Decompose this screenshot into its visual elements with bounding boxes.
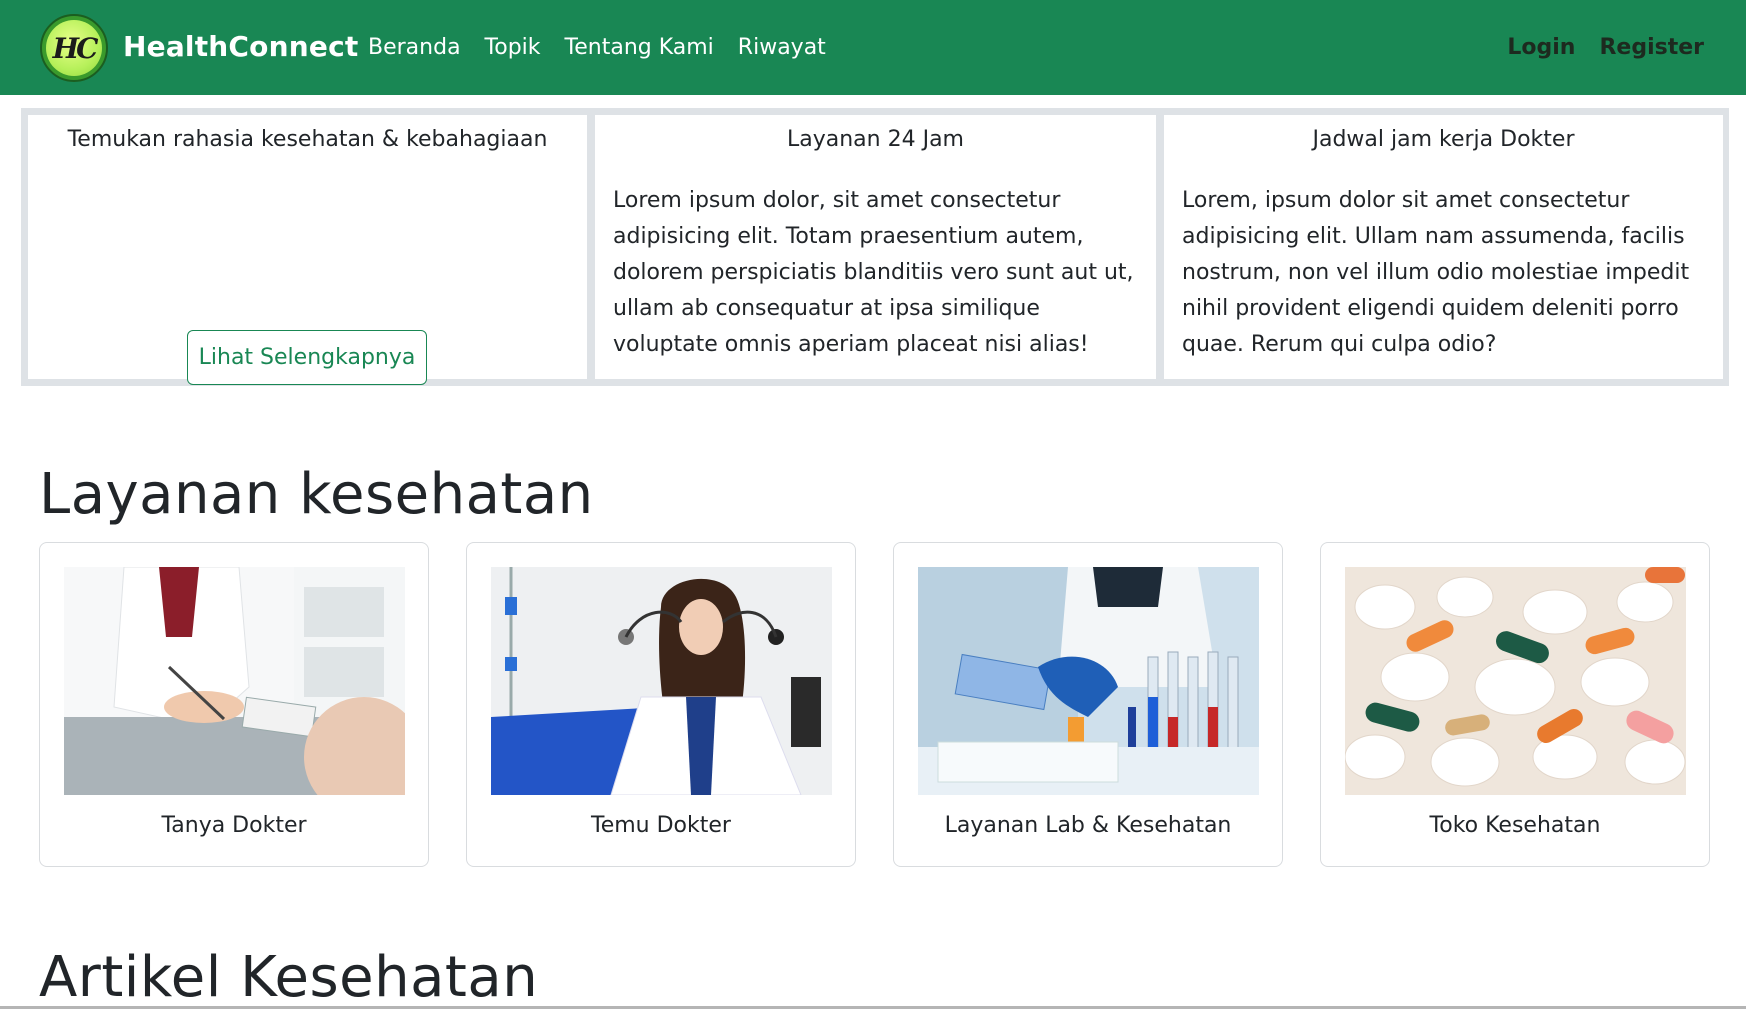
female-doctor-stethoscope-photo (491, 567, 832, 795)
see-more-button[interactable]: Lihat Selengkapnya (187, 330, 427, 385)
info-card-24h: Layanan 24 Jam Lorem ipsum dolor, sit am… (595, 115, 1156, 379)
service-card-toko-kesehatan[interactable]: Toko Kesehatan (1320, 542, 1710, 867)
service-card-layanan-lab[interactable]: Layanan Lab & Kesehatan (893, 542, 1283, 867)
service-card-temu-dokter[interactable]: Temu Dokter (466, 542, 856, 867)
service-card-label: Temu Dokter (591, 813, 731, 838)
lab-test-tubes-photo (918, 567, 1259, 795)
service-card-label: Toko Kesehatan (1429, 813, 1601, 838)
info-card-title: Temukan rahasia kesehatan & kebahagiaan (67, 127, 548, 152)
info-card-text: Lorem ipsum dolor, sit amet consectetur … (613, 188, 1134, 357)
info-panel: Temukan rahasia kesehatan & kebahagiaan … (21, 108, 1729, 386)
articles-heading: Artikel Kesehatan (39, 945, 539, 1010)
brand-logo-mark: HC (46, 20, 102, 76)
service-card-label: Tanya Dokter (161, 813, 307, 838)
service-card-tanya-dokter[interactable]: Tanya Dokter (39, 542, 429, 867)
brand-logo[interactable]: HC (40, 14, 108, 82)
info-card-schedule: Jadwal jam kerja Dokter Lorem, ipsum dol… (1164, 115, 1723, 379)
auth-links: Login Register (1483, 35, 1704, 60)
info-card-promo: Temukan rahasia kesehatan & kebahagiaan … (28, 115, 587, 385)
brand-name[interactable]: HealthConnect (123, 30, 358, 63)
info-card-text: Lorem, ipsum dolor sit amet consectetur … (1182, 188, 1690, 357)
login-link[interactable]: Login (1507, 35, 1575, 60)
nav-link-tentang-kami[interactable]: Tentang Kami (565, 35, 714, 60)
nav-links: Beranda Topik Tentang Kami Riwayat (368, 35, 850, 60)
service-card-label: Layanan Lab & Kesehatan (944, 813, 1232, 838)
services-heading: Layanan kesehatan (39, 462, 594, 527)
doctor-writing-photo (64, 567, 405, 795)
navbar: HC HealthConnect Beranda Topik Tentang K… (0, 0, 1746, 95)
info-card-title: Jadwal jam kerja Dokter (1312, 127, 1575, 152)
nav-link-riwayat[interactable]: Riwayat (738, 35, 826, 60)
pills-capsules-photo (1345, 567, 1686, 795)
nav-link-beranda[interactable]: Beranda (368, 35, 461, 60)
info-card-title: Layanan 24 Jam (787, 127, 964, 152)
register-link[interactable]: Register (1599, 35, 1704, 60)
nav-link-topik[interactable]: Topik (485, 35, 541, 60)
